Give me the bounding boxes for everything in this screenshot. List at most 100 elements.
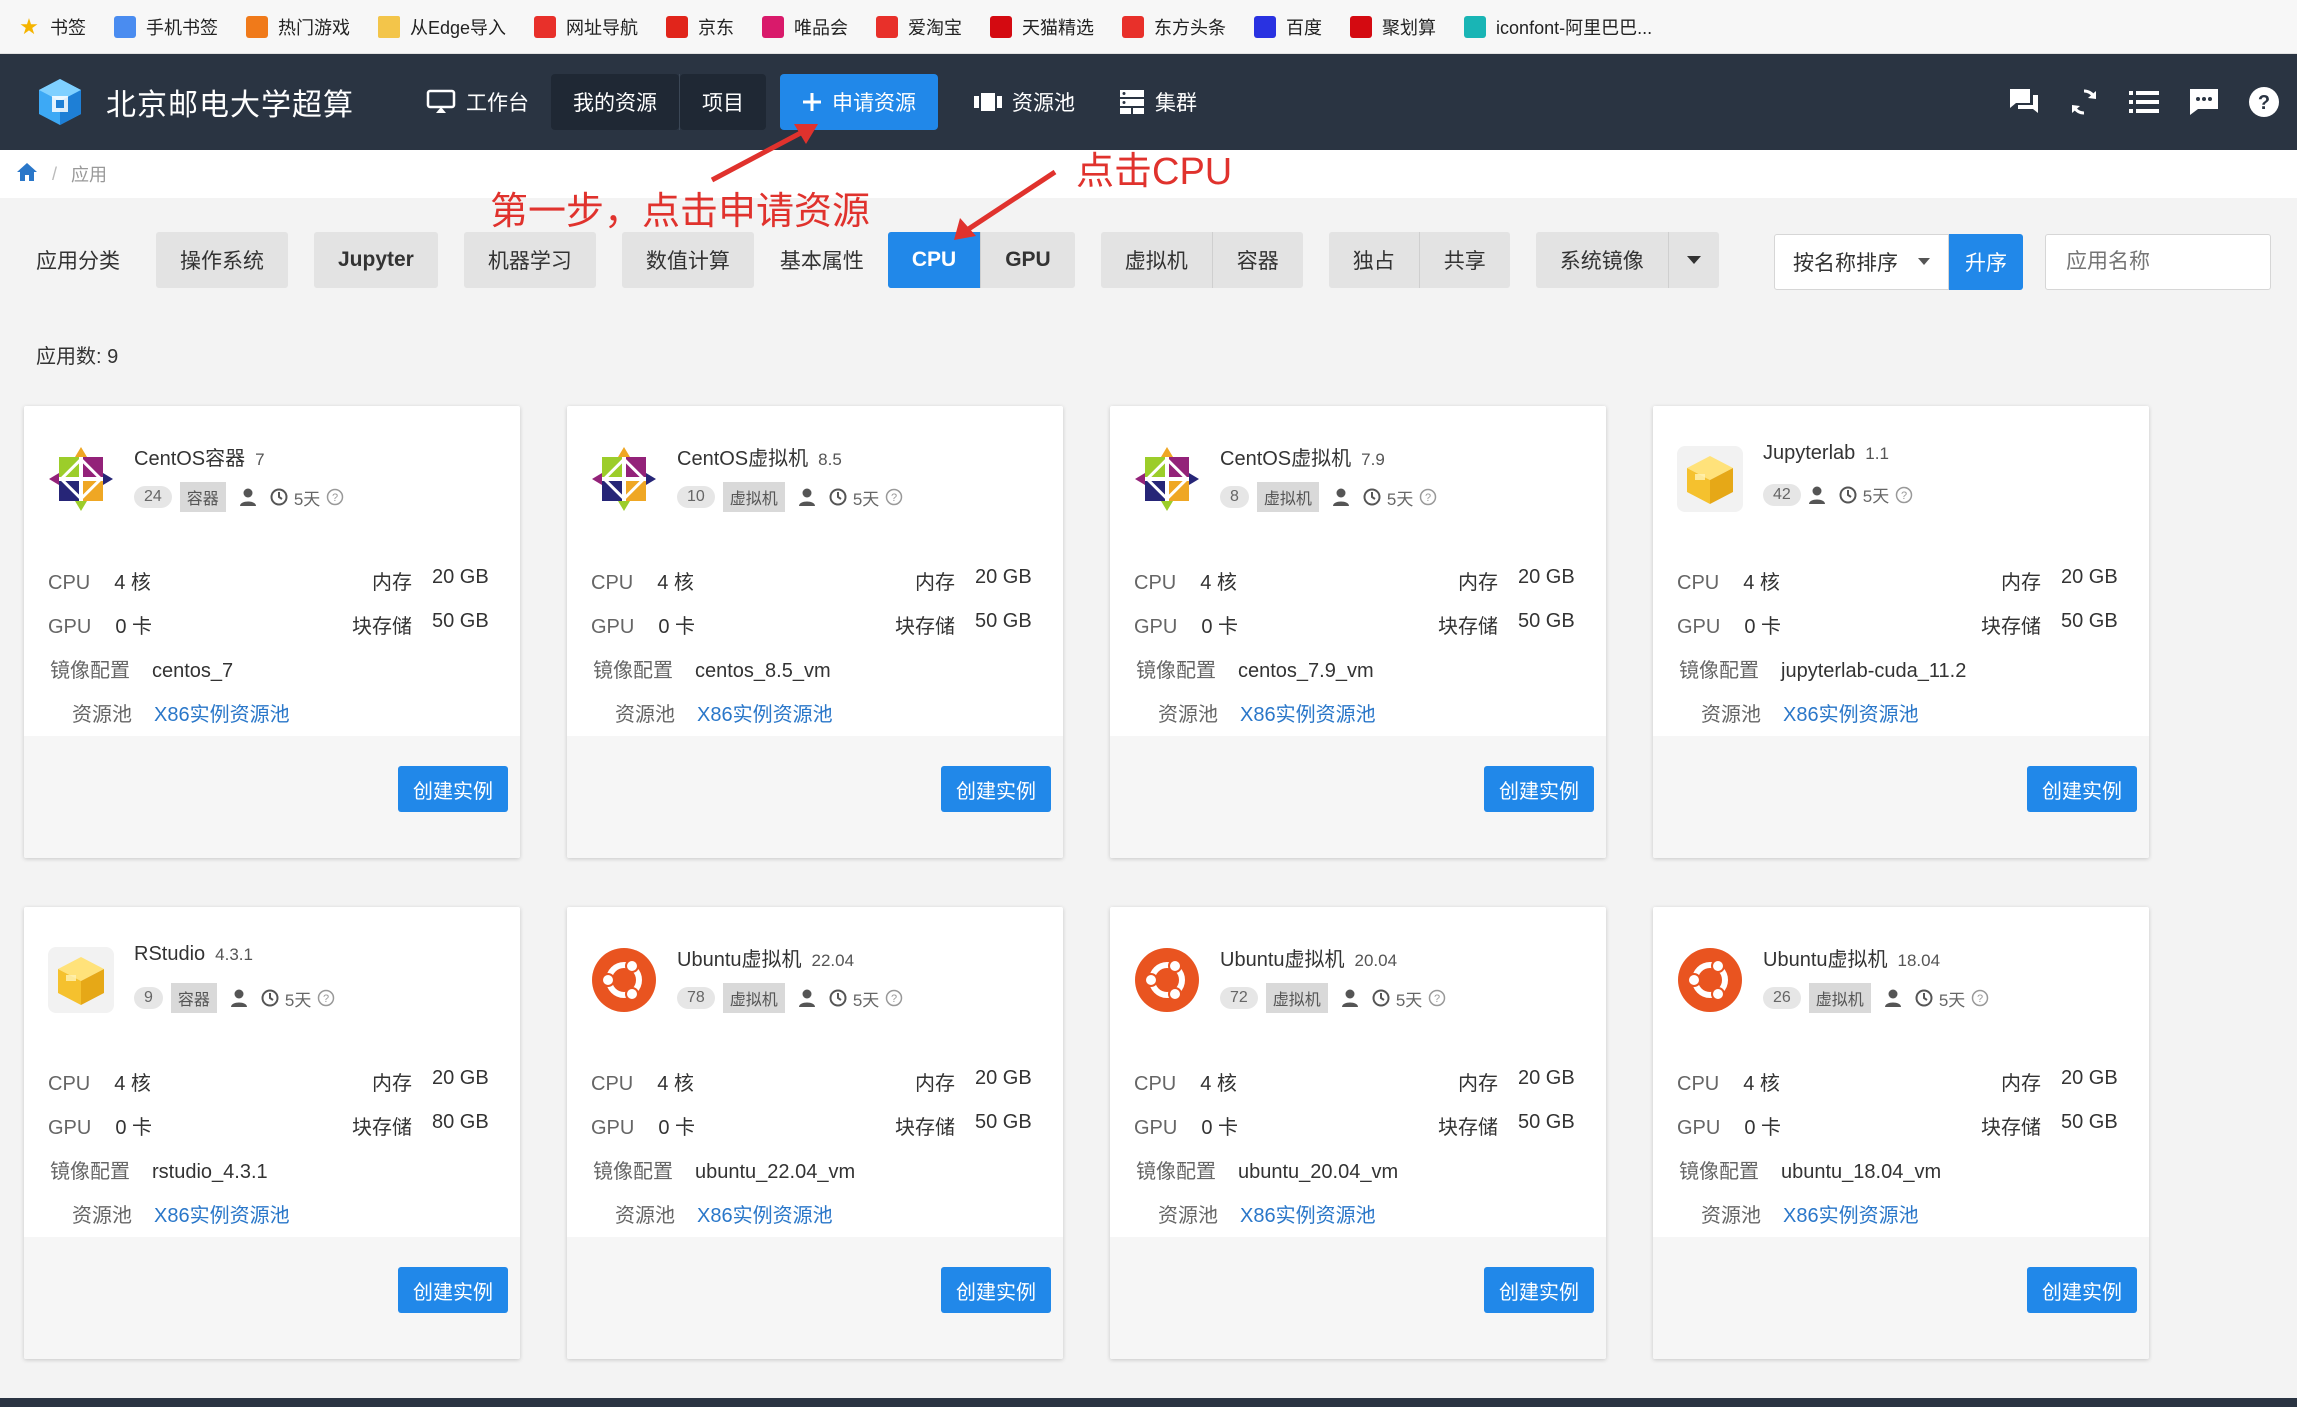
filter-ml-button[interactable]: 机器学习	[463, 232, 596, 288]
pool-link[interactable]: X86实例资源池	[1783, 1205, 1919, 1227]
pool-link[interactable]: X86实例资源池	[697, 704, 833, 726]
duration-label: 5天	[852, 489, 880, 509]
gpu-value: 0 卡	[658, 1117, 696, 1139]
nav-right-tools: ?	[1981, 54, 2281, 150]
app-name-search-input[interactable]	[2045, 234, 2271, 290]
create-instance-button[interactable]: 创建实例	[398, 1267, 508, 1313]
pool-link[interactable]: X86实例资源池	[154, 1205, 290, 1227]
bookmark-label: 书签	[50, 17, 86, 38]
app-card[interactable]: Jupyterlab 1.1 42 5天 ? CPU 4 核 GPU 0 卡 内存 2…	[1653, 406, 2149, 858]
cpu-value: 4 核	[657, 572, 694, 594]
nav-apply-resources[interactable]: 申请资源	[780, 74, 938, 130]
filter-exclusive-button[interactable]: 独占	[1328, 232, 1420, 288]
filter-cpu-button[interactable]: CPU	[887, 232, 982, 288]
bookmark-item[interactable]: 聚划算	[1350, 14, 1436, 40]
bookmark-item[interactable]: 天猫精选	[990, 14, 1094, 40]
user-icon	[1884, 989, 1901, 1007]
bookmark-item[interactable]: 网址导航	[534, 14, 638, 40]
help-circle-icon[interactable]: ?	[1428, 989, 1446, 1007]
nav-cluster[interactable]: 集群	[1097, 74, 1219, 130]
image-label: 镜像配置	[1136, 660, 1216, 682]
nav-projects[interactable]: 项目	[680, 74, 766, 130]
help-circle-icon[interactable]: ?	[317, 989, 335, 1007]
create-instance-button[interactable]: 创建实例	[941, 766, 1051, 812]
app-card[interactable]: Ubuntu虚拟机 22.04 78 虚拟机 5天 ? CPU 4 核 GPU 0 卡…	[567, 907, 1063, 1359]
help-circle-icon[interactable]: ?	[326, 488, 344, 506]
create-instance-button[interactable]: 创建实例	[941, 1267, 1051, 1313]
home-icon[interactable]	[16, 162, 38, 187]
create-instance-button[interactable]: 创建实例	[1484, 766, 1594, 812]
pool-link[interactable]: X86实例资源池	[1240, 704, 1376, 726]
app-card[interactable]: CentOS容器 7 24 容器 5天 ? CPU 4 核 GPU 0 卡 内存 20…	[24, 406, 520, 858]
app-card[interactable]: CentOS虚拟机 8.5 10 虚拟机 5天 ? CPU 4 核 GPU 0 卡 内…	[567, 406, 1063, 858]
app-meta: 72 虚拟机 5天 ?	[1220, 983, 1446, 1013]
filter-gpu-button[interactable]: GPU	[981, 232, 1075, 288]
help-circle-icon[interactable]: ?	[1971, 989, 1989, 1007]
nav-resource-pool[interactable]: 资源池	[952, 74, 1097, 130]
pool-link[interactable]: X86实例资源池	[697, 1205, 833, 1227]
image-dropdown-toggle[interactable]	[1668, 232, 1719, 288]
bookmark-item[interactable]: 京东	[666, 14, 734, 40]
nav-my-resources[interactable]: 我的资源	[551, 74, 679, 130]
bookmark-item[interactable]: 唯品会	[762, 14, 848, 40]
create-instance-button[interactable]: 创建实例	[2027, 766, 2137, 812]
help-circle-icon[interactable]: ?	[885, 989, 903, 1007]
image-value: rstudio_4.3.1	[152, 1161, 268, 1183]
bookmark-item[interactable]: 东方头条	[1122, 14, 1226, 40]
filter-numeric-button[interactable]: 数值计算	[621, 232, 754, 288]
bookmark-item[interactable]: 百度	[1254, 14, 1322, 40]
app-name: Ubuntu虚拟机	[677, 949, 802, 971]
image-row: 镜像配置 ubuntu_20.04_vm	[1136, 1155, 1398, 1184]
filter-os-button[interactable]: 操作系统	[156, 232, 288, 288]
nav-apply-label: 申请资源	[832, 92, 916, 115]
app-card[interactable]: CentOS虚拟机 7.9 8 虚拟机 5天 ? CPU 4 核 GPU 0 卡 内存…	[1110, 406, 1606, 858]
bookmark-item[interactable]: 手机书签	[114, 14, 218, 40]
brand[interactable]: 北京邮电大学超算	[34, 76, 404, 128]
app-card[interactable]: RStudio 4.3.1 9 容器 5天 ? CPU 4 核 GPU 0 卡 内存 …	[24, 907, 520, 1359]
bookmark-item[interactable]: 从Edge导入	[378, 14, 506, 40]
create-instance-button[interactable]: 创建实例	[1484, 1267, 1594, 1313]
gpu-row: GPU 0 卡	[48, 1111, 152, 1140]
sort-asc-button[interactable]: 升序	[1949, 234, 2023, 290]
filter-vm-button[interactable]: 虚拟机	[1100, 232, 1213, 288]
help-circle-icon[interactable]: ?	[885, 488, 903, 506]
chat-icon[interactable]	[2007, 85, 2041, 119]
create-instance-button[interactable]: 创建实例	[398, 766, 508, 812]
ubuntu-logo-icon	[1134, 947, 1200, 1013]
cpu-label: CPU	[1677, 1073, 1720, 1095]
bookmark-item[interactable]: 热门游戏	[246, 14, 350, 40]
help-circle-icon[interactable]: ?	[1895, 486, 1913, 504]
help-icon[interactable]: ?	[2247, 85, 2281, 119]
taobao-icon	[876, 15, 899, 38]
nav-workbench[interactable]: 工作台	[404, 74, 551, 130]
bookmark-item[interactable]: ★ 书签	[18, 14, 86, 40]
create-instance-button[interactable]: 创建实例	[2027, 1267, 2137, 1313]
filter-container-button[interactable]: 容器	[1212, 232, 1303, 288]
filter-image-button[interactable]: 系统镜像	[1535, 232, 1669, 288]
duration: 5天 ?	[270, 485, 344, 510]
message-icon[interactable]	[2187, 85, 2221, 119]
duration-label: 5天	[852, 990, 880, 1010]
bookmark-item[interactable]: iconfont-阿里巴巴...	[1464, 14, 1652, 40]
gpu-value: 0 卡	[1201, 1117, 1239, 1139]
bookmark-item[interactable]: 爱淘宝	[876, 14, 962, 40]
list-icon[interactable]	[2127, 85, 2161, 119]
box-logo-icon	[1677, 446, 1743, 512]
pool-link[interactable]: X86实例资源池	[1783, 704, 1919, 726]
bookmark-label: 东方头条	[1154, 17, 1227, 38]
filter-shared-button[interactable]: 共享	[1419, 232, 1510, 288]
pool-link[interactable]: X86实例资源池	[154, 704, 290, 726]
pool-link[interactable]: X86实例资源池	[1240, 1205, 1376, 1227]
image-label: 镜像配置	[1679, 660, 1759, 682]
annotation-click-cpu: 点击CPU	[1076, 151, 1233, 193]
gpu-value: 0 卡	[1744, 616, 1782, 638]
type-tag: 虚拟机	[1265, 983, 1328, 1013]
juhuasuan-icon	[1350, 15, 1373, 38]
duration-label: 5天	[284, 990, 312, 1010]
sort-select[interactable]: 按名称排序	[1774, 234, 1949, 290]
app-card[interactable]: Ubuntu虚拟机 18.04 26 虚拟机 5天 ? CPU 4 核 GPU 0 卡…	[1653, 907, 2149, 1359]
app-card[interactable]: Ubuntu虚拟机 20.04 72 虚拟机 5天 ? CPU 4 核 GPU 0 卡…	[1110, 907, 1606, 1359]
refresh-icon[interactable]	[2067, 85, 2101, 119]
help-circle-icon[interactable]: ?	[1419, 488, 1437, 506]
filter-jupyter-button[interactable]: Jupyter	[314, 232, 438, 288]
